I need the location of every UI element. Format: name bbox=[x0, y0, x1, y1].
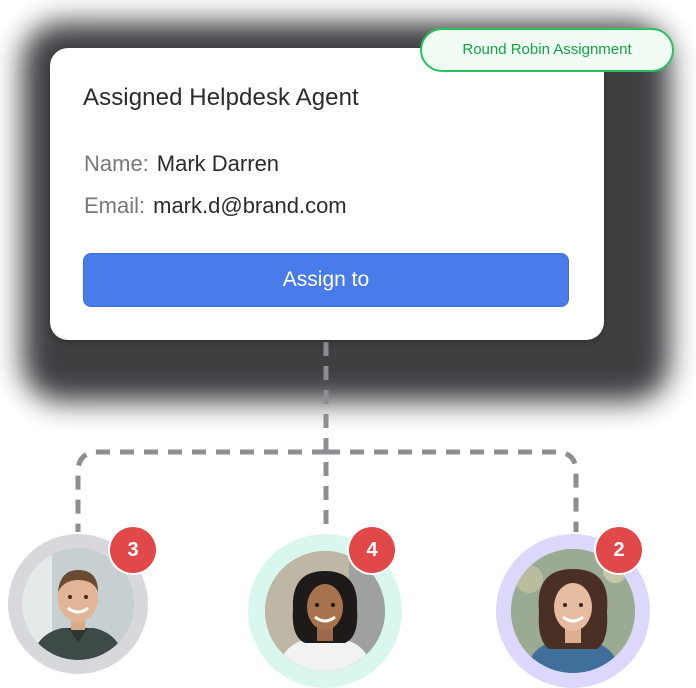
name-value: Mark Darren bbox=[156, 151, 280, 176]
agent-2-ticket-count: 4 bbox=[349, 527, 395, 573]
email-label: Email: bbox=[84, 193, 146, 218]
assigned-agent-card: Assigned Helpdesk Agent Name: Mark Darren… bbox=[50, 48, 604, 340]
connector-left bbox=[75, 449, 326, 532]
round-robin-badge: Round Robin Assignment bbox=[420, 28, 674, 72]
card-title: Assigned Helpdesk Agent bbox=[83, 84, 359, 111]
agent-1-ticket-count: 3 bbox=[110, 527, 156, 573]
name-label: Name: bbox=[84, 151, 149, 176]
email-value: mark.d@brand.com bbox=[153, 193, 347, 218]
agent-email-row: Email: mark.d@brand.com bbox=[84, 193, 347, 219]
assign-to-button[interactable]: Assign to bbox=[83, 253, 569, 307]
connector-right bbox=[326, 449, 579, 532]
agent-3-ticket-count: 2 bbox=[596, 527, 642, 573]
agent-name-row: Name: Mark Darren bbox=[84, 151, 279, 177]
